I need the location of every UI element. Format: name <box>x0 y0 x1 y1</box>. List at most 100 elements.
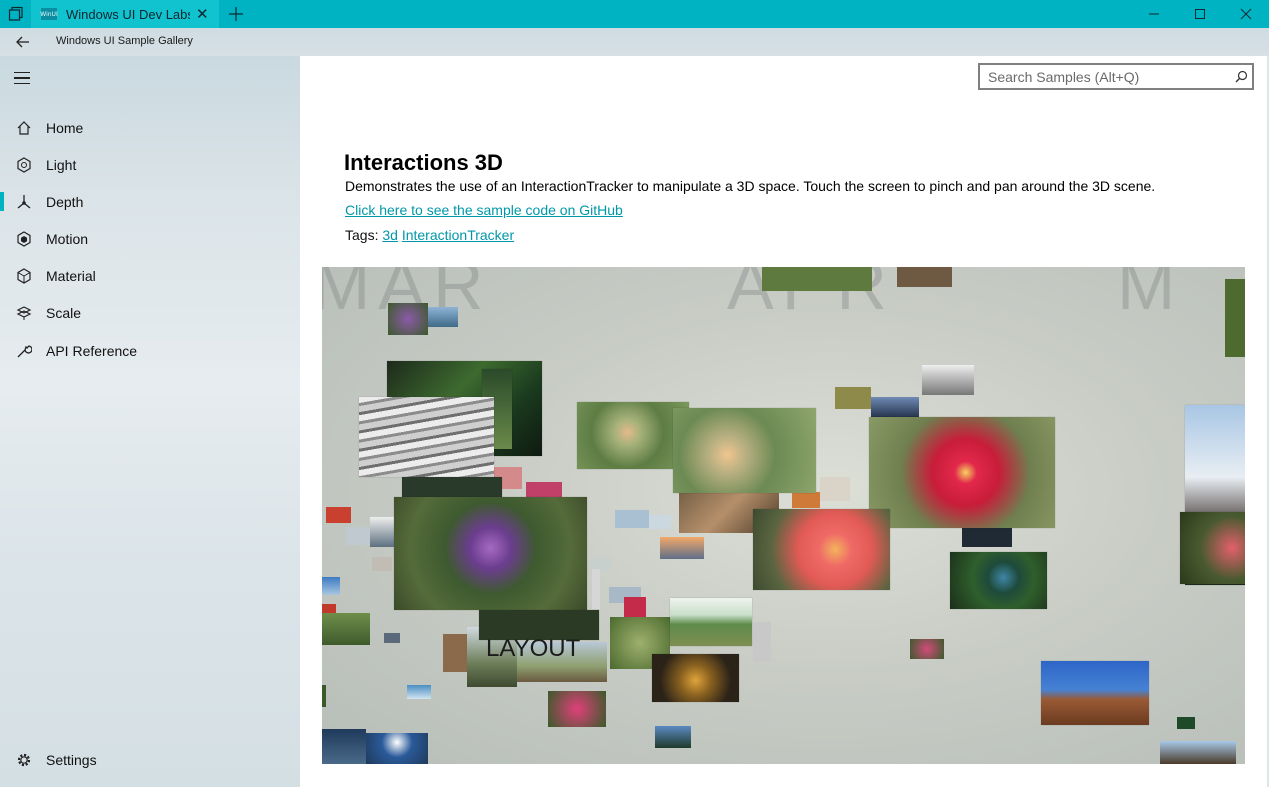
search-input[interactable] <box>980 65 1230 88</box>
photo-tile <box>322 729 366 764</box>
nav-item-depth[interactable]: Depth <box>0 183 300 220</box>
nav-label-motion: Motion <box>46 230 89 247</box>
page-description: Demonstrates the use of an InteractionTr… <box>345 178 1156 194</box>
photo-tile <box>407 685 431 699</box>
photo-tile <box>615 510 649 528</box>
nav-item-api-reference[interactable]: API Reference <box>0 332 300 369</box>
nav-label-scale: Scale <box>46 304 82 321</box>
search-icon[interactable] <box>1230 66 1252 88</box>
ghost-month-text: M <box>1117 267 1184 324</box>
photo-tile <box>372 557 392 571</box>
photo-tile <box>384 633 400 643</box>
motion-icon <box>12 227 36 251</box>
photo-tile <box>388 303 428 335</box>
nav-label-settings: Settings <box>46 751 97 768</box>
app-title: Windows UI Sample Gallery <box>56 35 193 47</box>
light-icon <box>12 153 36 177</box>
nav-item-settings[interactable]: Settings <box>0 741 300 778</box>
photo-tile <box>322 685 326 707</box>
photo-butterfly <box>652 654 739 702</box>
hamburger-menu-icon[interactable] <box>14 68 34 88</box>
photo-tile <box>366 733 428 764</box>
photo-tile <box>835 387 871 409</box>
photo-tile <box>402 477 502 499</box>
photo-tile <box>897 267 952 287</box>
plus-icon <box>229 7 243 21</box>
nav-label-depth: Depth <box>46 193 84 210</box>
page-title: Interactions 3D <box>344 150 503 175</box>
new-tab-button[interactable] <box>224 2 248 26</box>
photo-tile <box>910 639 944 659</box>
tab-close-icon[interactable]: ✕ <box>196 5 209 23</box>
photo-tile <box>762 267 872 291</box>
close-icon <box>1240 8 1252 20</box>
photo-dunes <box>359 397 494 477</box>
maximize-button[interactable] <box>1177 0 1223 28</box>
photo-tile <box>962 527 1012 547</box>
photo-mushroom <box>673 408 816 493</box>
nav-item-motion[interactable]: Motion <box>0 220 300 257</box>
tab-switcher-button[interactable] <box>0 0 31 28</box>
photo-tile <box>1180 512 1245 584</box>
photo-tile <box>346 527 370 545</box>
photo-tile <box>753 622 771 662</box>
minimize-button[interactable] <box>1131 0 1177 28</box>
tab-title: Windows UI Dev Labs Sample Gallery <box>66 6 190 22</box>
nav-label-api-reference: API Reference <box>46 342 138 359</box>
gear-icon <box>12 748 36 772</box>
close-window-button[interactable] <box>1223 0 1269 28</box>
tags-row: Tags: 3d InteractionTracker <box>345 227 514 243</box>
photo-tile <box>660 537 704 559</box>
selection-indicator <box>0 192 4 211</box>
photo-tile <box>820 477 850 501</box>
navigation-pane: Home Light Depth Motion Material Scale A… <box>0 56 300 787</box>
home-icon <box>12 116 36 140</box>
nav-label-light: Light <box>46 156 77 173</box>
photo-tile <box>322 577 340 595</box>
tag-link-interactiontracker[interactable]: InteractionTracker <box>402 227 514 243</box>
tabs-icon <box>8 6 23 21</box>
photo-tile <box>548 691 606 727</box>
photo-tile <box>871 397 919 419</box>
nav-label-material: Material <box>46 267 96 284</box>
wrench-icon <box>12 339 36 363</box>
scale-icon <box>12 301 36 325</box>
photo-tile <box>922 365 974 395</box>
photo-tile <box>1177 717 1195 729</box>
maximize-icon <box>1195 9 1205 19</box>
photo-tile <box>792 492 820 508</box>
back-button[interactable] <box>9 28 37 56</box>
photo-dahlia-red <box>869 417 1055 528</box>
photo-tile <box>655 726 691 748</box>
nav-item-scale[interactable]: Scale <box>0 294 300 331</box>
tags-label: Tags: <box>345 227 379 243</box>
photo-tile <box>649 515 671 529</box>
photo-tile <box>592 569 600 609</box>
minimize-icon <box>1149 13 1159 15</box>
photo-tile <box>1225 279 1245 357</box>
photo-tile <box>428 307 458 327</box>
search-box[interactable] <box>978 63 1254 90</box>
tag-link-3d[interactable]: 3d <box>382 227 398 243</box>
back-arrow-icon <box>16 36 29 48</box>
photo-tile <box>1160 741 1236 764</box>
github-link[interactable]: Click here to see the sample code on Git… <box>345 202 623 218</box>
browser-tab-active[interactable]: WinUI Windows UI Dev Labs Sample Gallery… <box>31 0 219 28</box>
interactions-3d-scene[interactable]: MAR APR M LAYOUT <box>322 267 1245 764</box>
title-bar: WinUI Windows UI Dev Labs Sample Gallery… <box>0 0 1269 28</box>
nav-item-home[interactable]: Home <box>0 109 300 146</box>
photo-dahlia-pink <box>753 509 890 590</box>
material-icon <box>12 264 36 288</box>
nav-item-material[interactable]: Material <box>0 257 300 294</box>
depth-icon <box>12 190 36 214</box>
nav-label-home: Home <box>46 119 84 136</box>
nav-item-light[interactable]: Light <box>0 146 300 183</box>
layout-label: LAYOUT <box>486 635 581 662</box>
photo-thistle <box>394 497 587 610</box>
main-content: Interactions 3D Demonstrates the use of … <box>300 56 1267 787</box>
photo-tile <box>322 613 370 645</box>
app-favicon-icon: WinUI <box>40 8 58 20</box>
photo-landscape <box>670 598 752 646</box>
photo-tile <box>624 597 646 619</box>
photo-bird <box>950 552 1047 609</box>
